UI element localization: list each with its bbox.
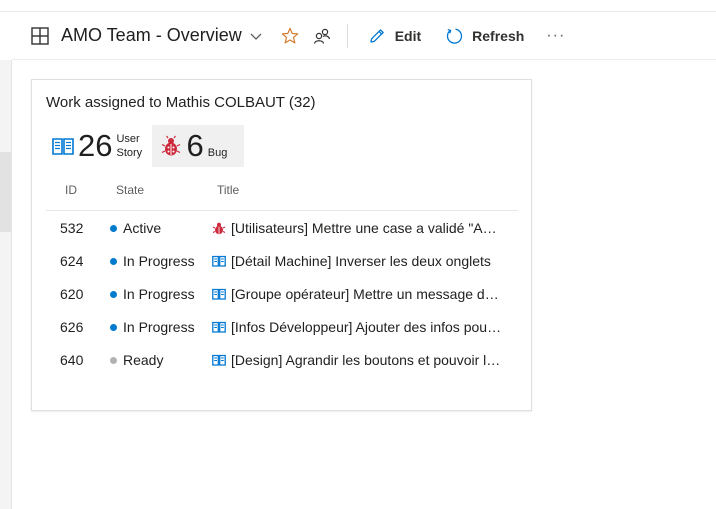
- state-dot-icon: [110, 225, 117, 232]
- work-item-id[interactable]: 624: [60, 253, 83, 269]
- state-dot-icon: [110, 258, 117, 265]
- work-item-row[interactable]: 626 In Progress [Infos Développeur] Ajoute…: [46, 311, 518, 344]
- user-story-count-value: 26: [78, 128, 113, 163]
- work-item-title[interactable]: [Détail Machine] Inverser les deux ongle…: [231, 253, 503, 269]
- widget-title: Work assigned to Mathis COLBAUT (32): [46, 94, 316, 111]
- header-divider: [46, 210, 518, 211]
- work-item-state: In Progress: [123, 319, 195, 335]
- work-item-row[interactable]: 624 In Progress [Détail Machine] Inverser …: [46, 245, 518, 278]
- state-dot-icon: [110, 357, 117, 364]
- work-item-state: Active: [123, 220, 162, 236]
- column-header-state[interactable]: State: [116, 183, 144, 197]
- pencil-icon: [370, 28, 384, 43]
- user-story-count-label: User Story: [116, 133, 143, 159]
- work-item-id[interactable]: 626: [60, 319, 83, 335]
- user-story-icon: [212, 287, 226, 301]
- work-item-state: In Progress: [123, 253, 195, 269]
- dashboard-header: AMO Team - Overview Edit Refresh ···: [12, 12, 716, 60]
- state-dot-icon: [110, 291, 117, 298]
- refresh-label: Refresh: [472, 27, 525, 44]
- work-item-state: In Progress: [123, 286, 195, 302]
- refresh-icon: [447, 28, 463, 44]
- work-item-row[interactable]: 532 Active [Utilisateurs] Mettre une case …: [46, 212, 518, 245]
- work-item-row[interactable]: 640 Ready [Design] Agrandir les boutons et…: [46, 344, 518, 377]
- more-actions-button[interactable]: ···: [546, 27, 565, 45]
- state-dot-icon: [110, 324, 117, 331]
- edit-label: Edit: [394, 27, 422, 44]
- work-item-id[interactable]: 620: [60, 286, 83, 302]
- work-assigned-widget: Work assigned to Mathis COLBAUT (32) 26 …: [31, 79, 532, 411]
- bug-count[interactable]: 6 Bug: [152, 125, 244, 167]
- user-story-count[interactable]: 26 User Story: [52, 125, 146, 167]
- column-header-title[interactable]: Title: [217, 183, 239, 197]
- user-story-icon: [52, 138, 74, 155]
- favorite-star-icon[interactable]: [281, 27, 299, 45]
- chevron-down-icon[interactable]: [250, 30, 262, 42]
- top-strip: [0, 0, 716, 12]
- work-item-state: Ready: [123, 352, 164, 368]
- work-item-title[interactable]: [Groupe opérateur] Mettre un message dan…: [231, 286, 503, 302]
- dashboard-grid-icon: [31, 26, 49, 45]
- edit-button[interactable]: Edit: [368, 20, 421, 52]
- dashboard-title[interactable]: AMO Team - Overview: [61, 25, 242, 46]
- work-items-list: 532 Active [Utilisateurs] Mettre une case …: [46, 212, 518, 377]
- bug-icon: [212, 221, 226, 235]
- work-item-id[interactable]: 532: [60, 220, 83, 236]
- work-item-id[interactable]: 640: [60, 352, 83, 368]
- work-item-row[interactable]: 620 In Progress [Groupe opérateur] Mettre …: [46, 278, 518, 311]
- work-item-counts: 26 User Story 6 Bug: [52, 125, 244, 167]
- left-rail-tab[interactable]: [0, 152, 11, 232]
- user-story-icon: [212, 254, 226, 268]
- refresh-button[interactable]: Refresh: [445, 20, 524, 52]
- work-item-title[interactable]: [Infos Développeur] Ajouter des infos po…: [231, 319, 503, 335]
- work-item-title[interactable]: [Design] Agrandir les boutons et pouvoir…: [231, 352, 503, 368]
- column-header-id[interactable]: ID: [65, 183, 77, 197]
- team-members-icon[interactable]: [313, 27, 331, 45]
- user-story-icon: [212, 353, 226, 367]
- header-separator: [346, 23, 348, 48]
- bug-icon: [162, 135, 181, 156]
- user-story-icon: [212, 320, 226, 334]
- left-rail: [0, 60, 12, 509]
- work-item-title[interactable]: [Utilisateurs] Mettre une case a validé …: [231, 220, 503, 236]
- bug-count-label: Bug: [207, 147, 228, 159]
- bug-count-value: 6: [186, 128, 204, 163]
